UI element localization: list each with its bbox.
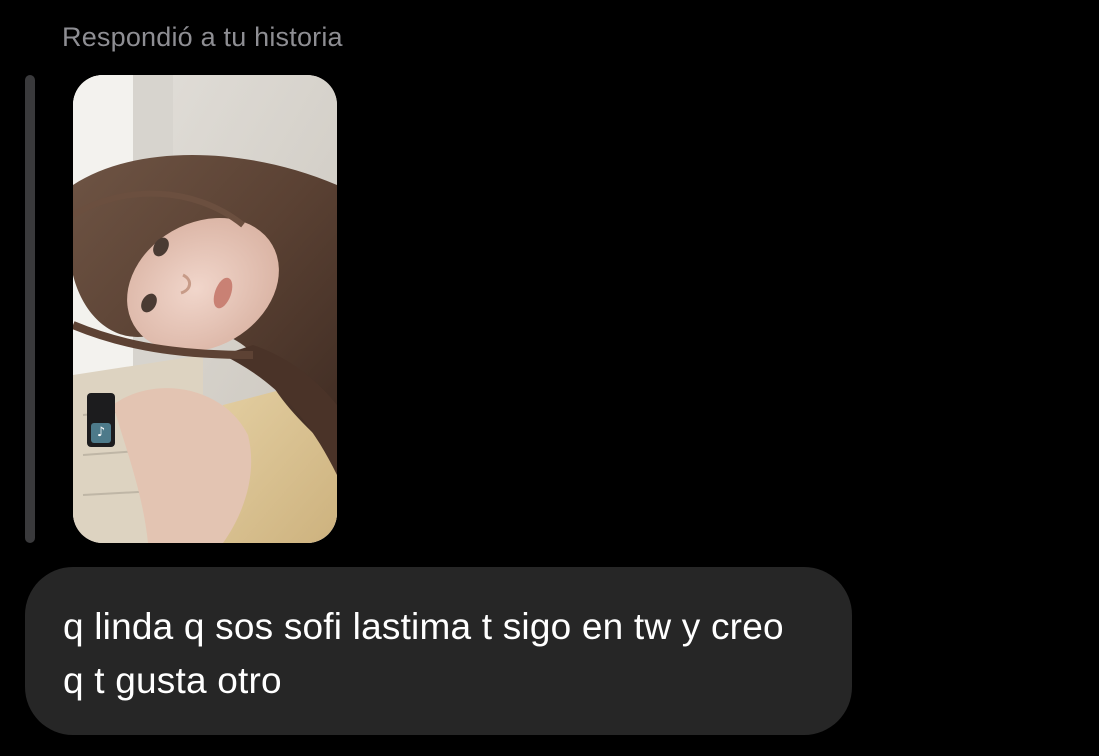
reply-indicator-bar — [25, 75, 35, 543]
story-thumbnail[interactable]: ♪ — [73, 75, 337, 543]
reply-header: Respondió a tu historia — [62, 22, 343, 52]
story-image — [73, 75, 337, 543]
music-note-icon: ♪ — [91, 423, 111, 443]
message-bubble[interactable]: q linda q sos sofi lastima t sigo en tw … — [25, 567, 852, 735]
music-sticker: ♪ — [87, 393, 115, 447]
message-text: q linda q sos sofi lastima t sigo en tw … — [63, 606, 784, 701]
